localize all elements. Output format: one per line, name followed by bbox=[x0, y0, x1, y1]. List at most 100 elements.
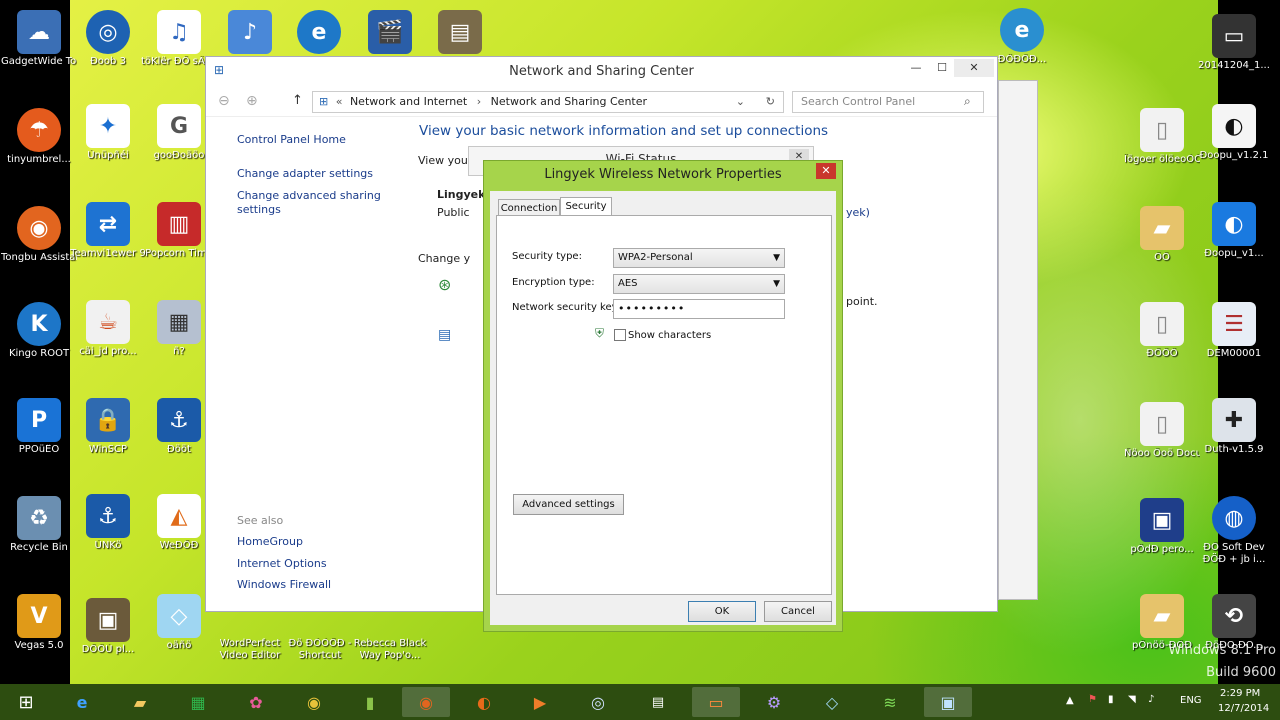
window-titlebar[interactable]: ⊞ Network and Sharing Center — ☐ ✕ bbox=[206, 57, 997, 85]
play-icon: ▶ bbox=[533, 692, 547, 712]
taskbar-app-orb[interactable]: ◎ bbox=[574, 687, 622, 717]
taskbar-explorer[interactable]: ▰ bbox=[116, 687, 164, 717]
desktop-icon-right-a5[interactable]: ▯ Ñöoo Öoö Document bbox=[1124, 402, 1200, 460]
start-button[interactable]: ⊞ bbox=[4, 687, 48, 717]
change-settings-partial: Change y bbox=[418, 252, 471, 265]
taskbar-chrome[interactable]: ◉ bbox=[290, 687, 338, 717]
thumbnail-icon: ▦ bbox=[157, 300, 201, 344]
breadcrumb-network-sharing[interactable]: Network and Sharing Center bbox=[491, 95, 647, 108]
taskbar-media[interactable]: ▶ bbox=[516, 687, 564, 717]
desktop-icon-java[interactable]: ☕ cäi_jd pro... bbox=[70, 300, 146, 358]
taskbar-notes[interactable]: ◇ bbox=[808, 687, 856, 717]
desktop-icon-top-1[interactable]: ♪ bbox=[212, 10, 288, 54]
tray-volume-icon[interactable]: ♪ bbox=[1148, 694, 1154, 705]
desktop-icon-winscp[interactable]: 🔒 WinSCP bbox=[70, 398, 146, 456]
encryption-type-select[interactable]: AES ▼ bbox=[613, 274, 785, 294]
desktop-icon-right-a4[interactable]: ▯ ÐÖÖÖ bbox=[1124, 302, 1200, 360]
up-arrow-icon[interactable]: ↑ bbox=[292, 93, 303, 108]
forward-arrow-icon[interactable]: ⊕ bbox=[246, 93, 258, 109]
taskbar-tongbu[interactable]: ◉ bbox=[402, 687, 450, 717]
taskbar-settings[interactable]: ⚙ bbox=[750, 687, 798, 717]
desktop-icon-col2-2[interactable]: ✦ Ùnüpñéi bbox=[70, 104, 146, 162]
taskbar-photos[interactable]: ✿ bbox=[232, 687, 280, 717]
desktop-icon-tongbu[interactable]: ◉ Tongbu Assistant bbox=[1, 206, 77, 264]
desktop-icon-video-thumb[interactable]: ▣ DÕÖÙ pl... bbox=[70, 598, 146, 656]
homegroup-link[interactable]: HomeGroup bbox=[237, 535, 303, 549]
desktop-icon-right-b2[interactable]: ◐ Ðoopu_v1.2.1 bbox=[1196, 104, 1272, 162]
change-adapter-settings-link[interactable]: Change adapter settings bbox=[237, 167, 373, 181]
language-indicator[interactable]: ENG bbox=[1180, 695, 1202, 706]
minimize-button[interactable]: — bbox=[904, 59, 928, 77]
desktop-icon-tinyumbrella[interactable]: ☂ tinyumbrel... bbox=[1, 108, 77, 166]
glass-icon: ◇ bbox=[157, 594, 201, 638]
desktop-icon-kingo-root[interactable]: K Kingo ROOT bbox=[1, 302, 77, 360]
maximize-button[interactable]: ☐ bbox=[930, 59, 954, 77]
chrome-icon: ◉ bbox=[307, 692, 321, 712]
desktop-icon-right-b3[interactable]: ◐ Ðoopu_v1... bbox=[1196, 202, 1272, 260]
security-type-select[interactable]: WPA2-Personal ▼ bbox=[613, 248, 785, 268]
taskbar-calendar[interactable]: ▤ bbox=[634, 687, 682, 717]
desktop-icon-teamviewer[interactable]: ⇄ Teamvi1ewer 9 bbox=[70, 202, 146, 260]
shield-icon: ⛨ bbox=[595, 326, 605, 340]
desktop-icon-right-b4[interactable]: ☰ DEM00001 bbox=[1196, 302, 1272, 360]
taskbar-control-panel[interactable]: ▣ bbox=[924, 687, 972, 717]
network-key-input[interactable]: ••••••••• bbox=[613, 299, 785, 319]
desktop-icon-pp[interactable]: P PPÖüÊÖ bbox=[1, 398, 77, 456]
connection-link-partial[interactable]: yek) bbox=[846, 206, 870, 219]
tray-overflow-icon[interactable]: ▲ bbox=[1066, 695, 1074, 706]
pp-icon: P bbox=[17, 398, 61, 442]
desktop-icon-right-b5[interactable]: ✚ Duth-v1.5.9 bbox=[1196, 398, 1272, 456]
dropdown-arrow-icon[interactable]: ⌄ bbox=[736, 92, 745, 112]
desktop-icon-right-b6[interactable]: ◍ ÐÖ Soft Dev ÐÖÐ + jb i... bbox=[1196, 496, 1272, 566]
desktop-icon-recycle-bin[interactable]: ♻ Recycle Bin bbox=[1, 496, 77, 554]
ok-button[interactable]: OK bbox=[688, 601, 756, 622]
desktop-icon-right-a2[interactable]: ▯ Ïögoer ölöeoÓÖÐ... bbox=[1124, 108, 1200, 166]
back-arrow-icon[interactable]: ⊖ bbox=[218, 93, 230, 109]
tray-flag-icon[interactable]: ⚑ bbox=[1088, 694, 1097, 705]
windows-firewall-link[interactable]: Windows Firewall bbox=[237, 578, 331, 592]
desktop-icon-drive-shortcut[interactable]: Ðö ÐÓÓÖÐ - Shortcut bbox=[282, 608, 358, 662]
internet-options-link[interactable]: Internet Options bbox=[237, 557, 327, 571]
desktop-icon-vegas[interactable]: V Vegas 5.0 bbox=[1, 594, 77, 652]
tray-wifi-icon[interactable]: ◥ bbox=[1128, 694, 1136, 705]
desktop-icon-right-b1[interactable]: ▭ 20141204_1... bbox=[1196, 14, 1272, 72]
control-panel-home-link[interactable]: Control Panel Home bbox=[237, 133, 346, 147]
dialog-close-button[interactable]: ✕ bbox=[816, 163, 836, 179]
desktop-icon-col2-1[interactable]: ◎ Ðoob 3 bbox=[70, 10, 146, 68]
taskbar-wifi[interactable]: ≋ bbox=[866, 687, 914, 717]
advanced-settings-button[interactable]: Advanced settings bbox=[513, 494, 624, 515]
gadget-cloud-icon: ☁ bbox=[17, 10, 61, 54]
clock-date[interactable]: 12/7/2014 bbox=[1218, 703, 1269, 714]
page-heading: View your basic network information and … bbox=[419, 123, 829, 139]
vm-icon: ▣ bbox=[1140, 498, 1184, 542]
desktop-icon-top-3[interactable]: 🎬 bbox=[352, 10, 428, 54]
desktop-icon-top-4[interactable]: ▤ bbox=[422, 10, 498, 54]
refresh-icon[interactable]: ↻ bbox=[766, 92, 775, 112]
tray-network-icon[interactable]: ▮ bbox=[1108, 694, 1114, 705]
desktop-icon-top-2[interactable]: e bbox=[281, 10, 357, 54]
desktop-icon-right-a3[interactable]: ▰ ÖÖ bbox=[1124, 206, 1200, 264]
network-setup-icon[interactable]: ⊛ bbox=[438, 275, 451, 294]
address-bar[interactable]: ⊞ « Network and Internet › Network and S… bbox=[312, 91, 784, 113]
clock-time[interactable]: 2:29 PM bbox=[1220, 688, 1260, 699]
taskbar-store[interactable]: ▦ bbox=[174, 687, 222, 717]
taskbar-firefox[interactable]: ◐ bbox=[460, 687, 508, 717]
desktop-icon-anchor-1[interactable]: ⚓ ÙNKö bbox=[70, 494, 146, 552]
search-icon[interactable]: ⌕ bbox=[964, 94, 971, 109]
desktop-icon-right-a6[interactable]: ▣ pÖdÐ pero... bbox=[1124, 498, 1200, 556]
taskbar-ie[interactable]: e bbox=[58, 687, 106, 717]
breadcrumb-network-internet[interactable]: Network and Internet bbox=[350, 95, 467, 108]
troubleshoot-icon[interactable]: ▤ bbox=[438, 327, 451, 343]
desktop-icon-video-editor[interactable]: WordPerfect Video Editor bbox=[212, 608, 288, 662]
show-characters-checkbox[interactable] bbox=[614, 329, 626, 341]
background-window-edge bbox=[998, 80, 1038, 600]
desktop-icon-mp3-2[interactable]: Rebecca Black Way Pop'o... bbox=[352, 608, 428, 662]
close-button[interactable]: ✕ bbox=[954, 59, 994, 77]
cancel-button[interactable]: Cancel bbox=[764, 601, 832, 622]
desktop-icon-gadgetwide[interactable]: ☁ GadgetWide Tool bbox=[1, 10, 77, 68]
search-input[interactable]: Search Control Panel bbox=[792, 91, 984, 113]
change-advanced-sharing-link[interactable]: Change advanced sharing settings bbox=[237, 189, 387, 217]
taskbar-app-green[interactable]: ▮ bbox=[346, 687, 394, 717]
apple-blue-icon: ◐ bbox=[1212, 202, 1256, 246]
taskbar-app-vr[interactable]: ▭ bbox=[692, 687, 740, 717]
